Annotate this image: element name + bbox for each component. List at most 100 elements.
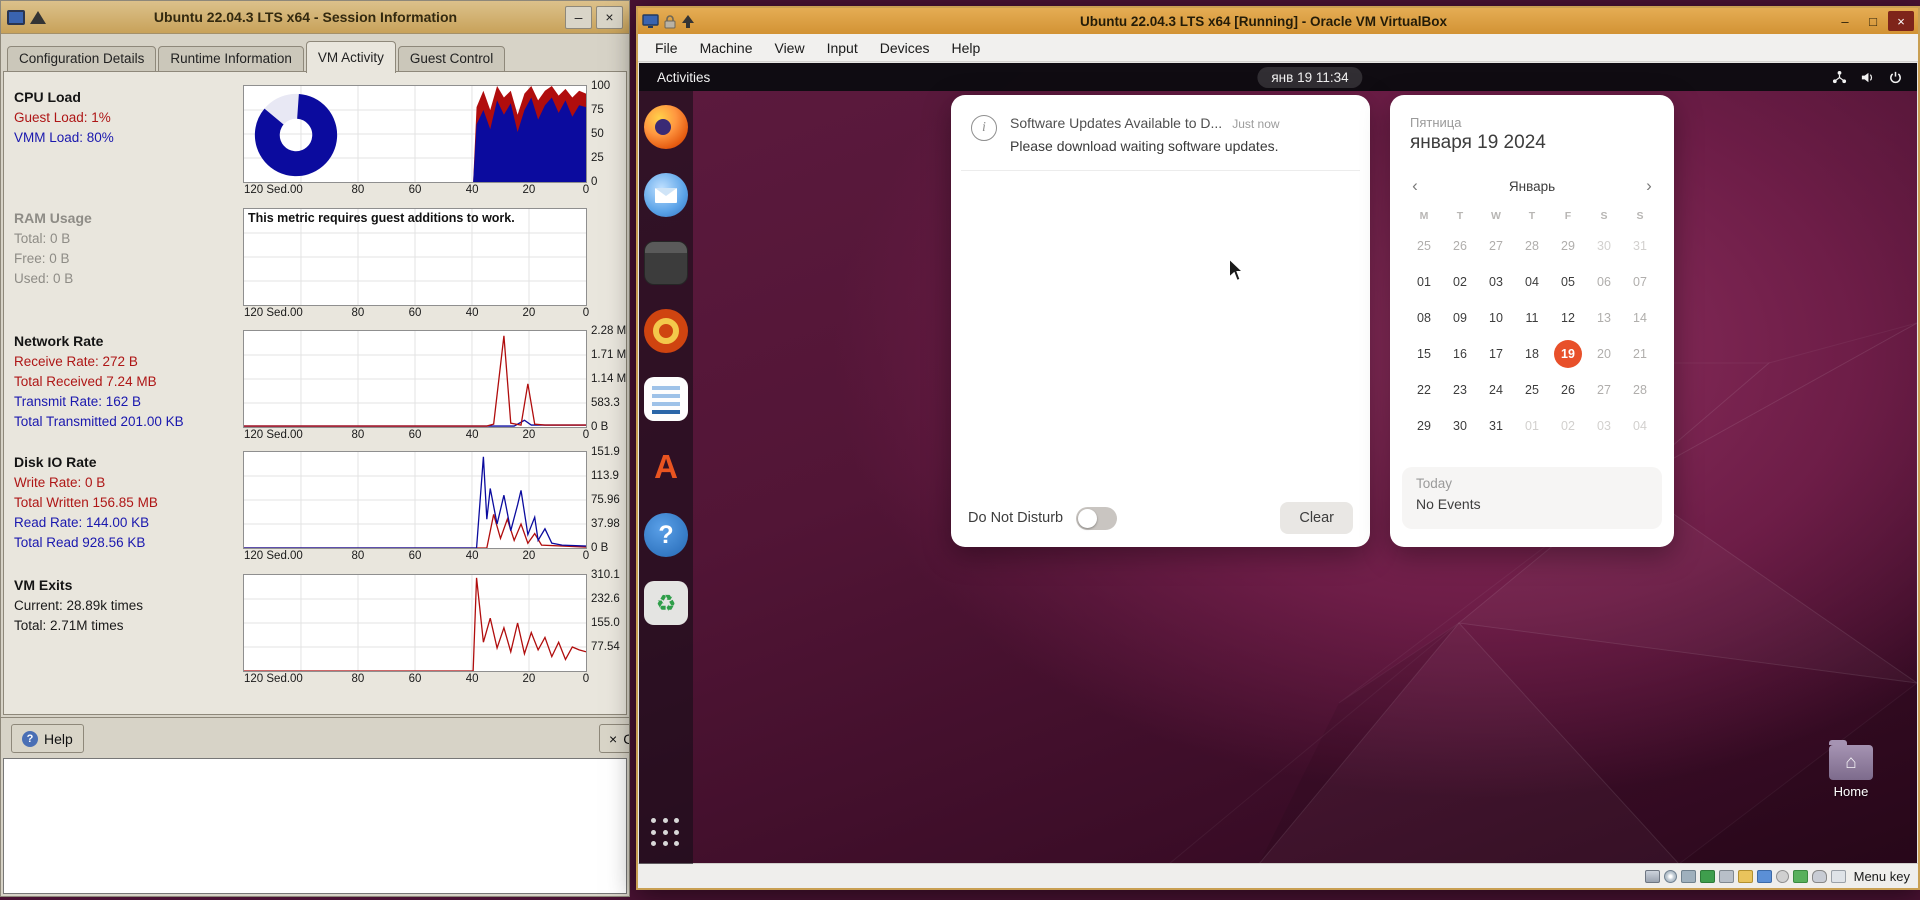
vm-display[interactable]: Activities янв 19 11:34 A ? ♻ i Software… — [639, 63, 1917, 864]
calendar-day-21[interactable]: 21 — [1622, 336, 1658, 372]
calendar-day-07[interactable]: 07 — [1622, 264, 1658, 300]
mouse-integration-icon[interactable] — [1811, 869, 1827, 883]
hard-disk-icon[interactable] — [1644, 869, 1660, 883]
menu-view[interactable]: View — [763, 36, 815, 60]
menu-machine[interactable]: Machine — [689, 36, 764, 60]
tab-runtime-information[interactable]: Runtime Information — [158, 46, 304, 72]
system-tray[interactable] — [1832, 70, 1903, 85]
x-axis-ticks: 120 Sed.00 80 60 40 20 0 — [244, 427, 589, 444]
calendar-day-19[interactable]: 19 — [1550, 336, 1586, 372]
close-button[interactable]: × — [1888, 11, 1914, 31]
activities-button[interactable]: Activities — [657, 70, 710, 85]
prev-month-button[interactable]: ‹ — [1400, 172, 1430, 200]
calendar-day-11[interactable]: 11 — [1514, 300, 1550, 336]
calendar-day-05[interactable]: 05 — [1550, 264, 1586, 300]
display-icon[interactable] — [1756, 869, 1772, 883]
menu-input[interactable]: Input — [816, 36, 869, 60]
close-dialog-button[interactable]: × Close — [599, 724, 629, 753]
calendar-day-25[interactable]: 25 — [1406, 228, 1442, 264]
calendar-day-10[interactable]: 10 — [1478, 300, 1514, 336]
calendar-day-29[interactable]: 29 — [1550, 228, 1586, 264]
show-applications-button[interactable] — [651, 818, 681, 848]
calendar-day-header: T — [1528, 210, 1536, 222]
calendar-day-02[interactable]: 02 — [1550, 408, 1586, 444]
calendar-day-01[interactable]: 01 — [1514, 408, 1550, 444]
calendar-day-16[interactable]: 16 — [1442, 336, 1478, 372]
dnd-toggle[interactable] — [1076, 506, 1118, 530]
calendar-day-14[interactable]: 14 — [1622, 300, 1658, 336]
calendar-day-30[interactable]: 30 — [1586, 228, 1622, 264]
vm-exits-chart-plot — [244, 575, 586, 671]
ubuntu-software-icon[interactable] — [644, 445, 688, 489]
calendar-day-23[interactable]: 23 — [1442, 372, 1478, 408]
keyboard-icon[interactable] — [1830, 869, 1846, 883]
optical-disk-icon[interactable] — [1663, 869, 1677, 883]
calendar-day-17[interactable]: 17 — [1478, 336, 1514, 372]
calendar-day-28[interactable]: 28 — [1622, 372, 1658, 408]
calendar-day-27[interactable]: 27 — [1586, 372, 1622, 408]
calendar-day-03[interactable]: 03 — [1586, 408, 1622, 444]
calendar-day-31[interactable]: 31 — [1478, 408, 1514, 444]
help-button[interactable]: ? Help — [11, 724, 84, 753]
menu-file[interactable]: File — [644, 36, 689, 60]
calendar-day-01[interactable]: 01 — [1406, 264, 1442, 300]
vm-monitor-icon — [7, 9, 25, 25]
calendar-day-25[interactable]: 25 — [1514, 372, 1550, 408]
tab-configuration-details[interactable]: Configuration Details — [7, 46, 157, 72]
calendar-day-12[interactable]: 12 — [1550, 300, 1586, 336]
disk-io-chart-plot — [244, 452, 586, 548]
help-icon[interactable] — [644, 513, 688, 557]
calendar-day-30[interactable]: 30 — [1442, 408, 1478, 444]
calendar-day-20[interactable]: 20 — [1586, 336, 1622, 372]
menu-help[interactable]: Help — [941, 36, 992, 60]
media-player-icon[interactable] — [644, 309, 688, 353]
calendar-day-29[interactable]: 29 — [1406, 408, 1442, 444]
x-tick: 20 — [522, 184, 536, 196]
calendar-day-27[interactable]: 27 — [1478, 228, 1514, 264]
calendar-day-18[interactable]: 18 — [1514, 336, 1550, 372]
notification-item[interactable]: i Software Updates Available to D... Jus… — [961, 101, 1360, 171]
trash-icon[interactable] — [644, 581, 688, 625]
libreoffice-writer-icon[interactable] — [644, 377, 688, 421]
calendar-day-26[interactable]: 26 — [1550, 372, 1586, 408]
minimize-button[interactable]: – — [1832, 11, 1858, 31]
calendar-day-02[interactable]: 02 — [1442, 264, 1478, 300]
minimize-button[interactable]: – — [565, 5, 592, 29]
calendar-day-24[interactable]: 24 — [1478, 372, 1514, 408]
vm-features-icon[interactable] — [1792, 869, 1808, 883]
usb-icon[interactable] — [1718, 869, 1734, 883]
calendar-day-28[interactable]: 28 — [1514, 228, 1550, 264]
home-folder-shortcut[interactable]: ⌂ Home — [1822, 740, 1880, 799]
next-month-button[interactable]: › — [1634, 172, 1664, 200]
thunderbird-icon[interactable] — [644, 173, 688, 217]
tab-vm-activity[interactable]: VM Activity — [305, 41, 396, 73]
calendar-day-31[interactable]: 31 — [1622, 228, 1658, 264]
calendar-day-26[interactable]: 26 — [1442, 228, 1478, 264]
calendar-day-06[interactable]: 06 — [1586, 264, 1622, 300]
maximize-button[interactable]: □ — [1860, 11, 1886, 31]
vbox-titlebar[interactable]: Ubuntu 22.04.3 LTS x64 [Running] - Oracl… — [638, 8, 1918, 34]
tab-guest-control[interactable]: Guest Control — [397, 46, 506, 72]
calendar-day-04[interactable]: 04 — [1514, 264, 1550, 300]
network-adapter-icon[interactable] — [1699, 869, 1715, 883]
x-tick: 20 — [522, 307, 536, 319]
session-titlebar[interactable]: Ubuntu 22.04.3 LTS x64 - Session Informa… — [1, 1, 629, 34]
metric-value: Current: 28.89k times — [14, 598, 144, 613]
firefox-icon[interactable] — [644, 105, 688, 149]
clear-button[interactable]: Clear — [1280, 502, 1353, 534]
close-button[interactable]: × — [596, 5, 623, 29]
calendar-day-22[interactable]: 22 — [1406, 372, 1442, 408]
calendar-day-13[interactable]: 13 — [1586, 300, 1622, 336]
calendar-day-04[interactable]: 04 — [1622, 408, 1658, 444]
shared-folders-icon[interactable] — [1737, 869, 1753, 883]
recording-icon[interactable] — [1775, 869, 1789, 883]
calendar-day-03[interactable]: 03 — [1478, 264, 1514, 300]
menu-devices[interactable]: Devices — [869, 36, 941, 60]
terminal-icon[interactable] — [644, 241, 688, 285]
audio-icon[interactable] — [1680, 869, 1696, 883]
calendar-day-09[interactable]: 09 — [1442, 300, 1478, 336]
calendar-day-08[interactable]: 08 — [1406, 300, 1442, 336]
clock-button[interactable]: янв 19 11:34 — [1257, 66, 1363, 88]
calendar-day-15[interactable]: 15 — [1406, 336, 1442, 372]
no-events-label: No Events — [1416, 496, 1481, 512]
